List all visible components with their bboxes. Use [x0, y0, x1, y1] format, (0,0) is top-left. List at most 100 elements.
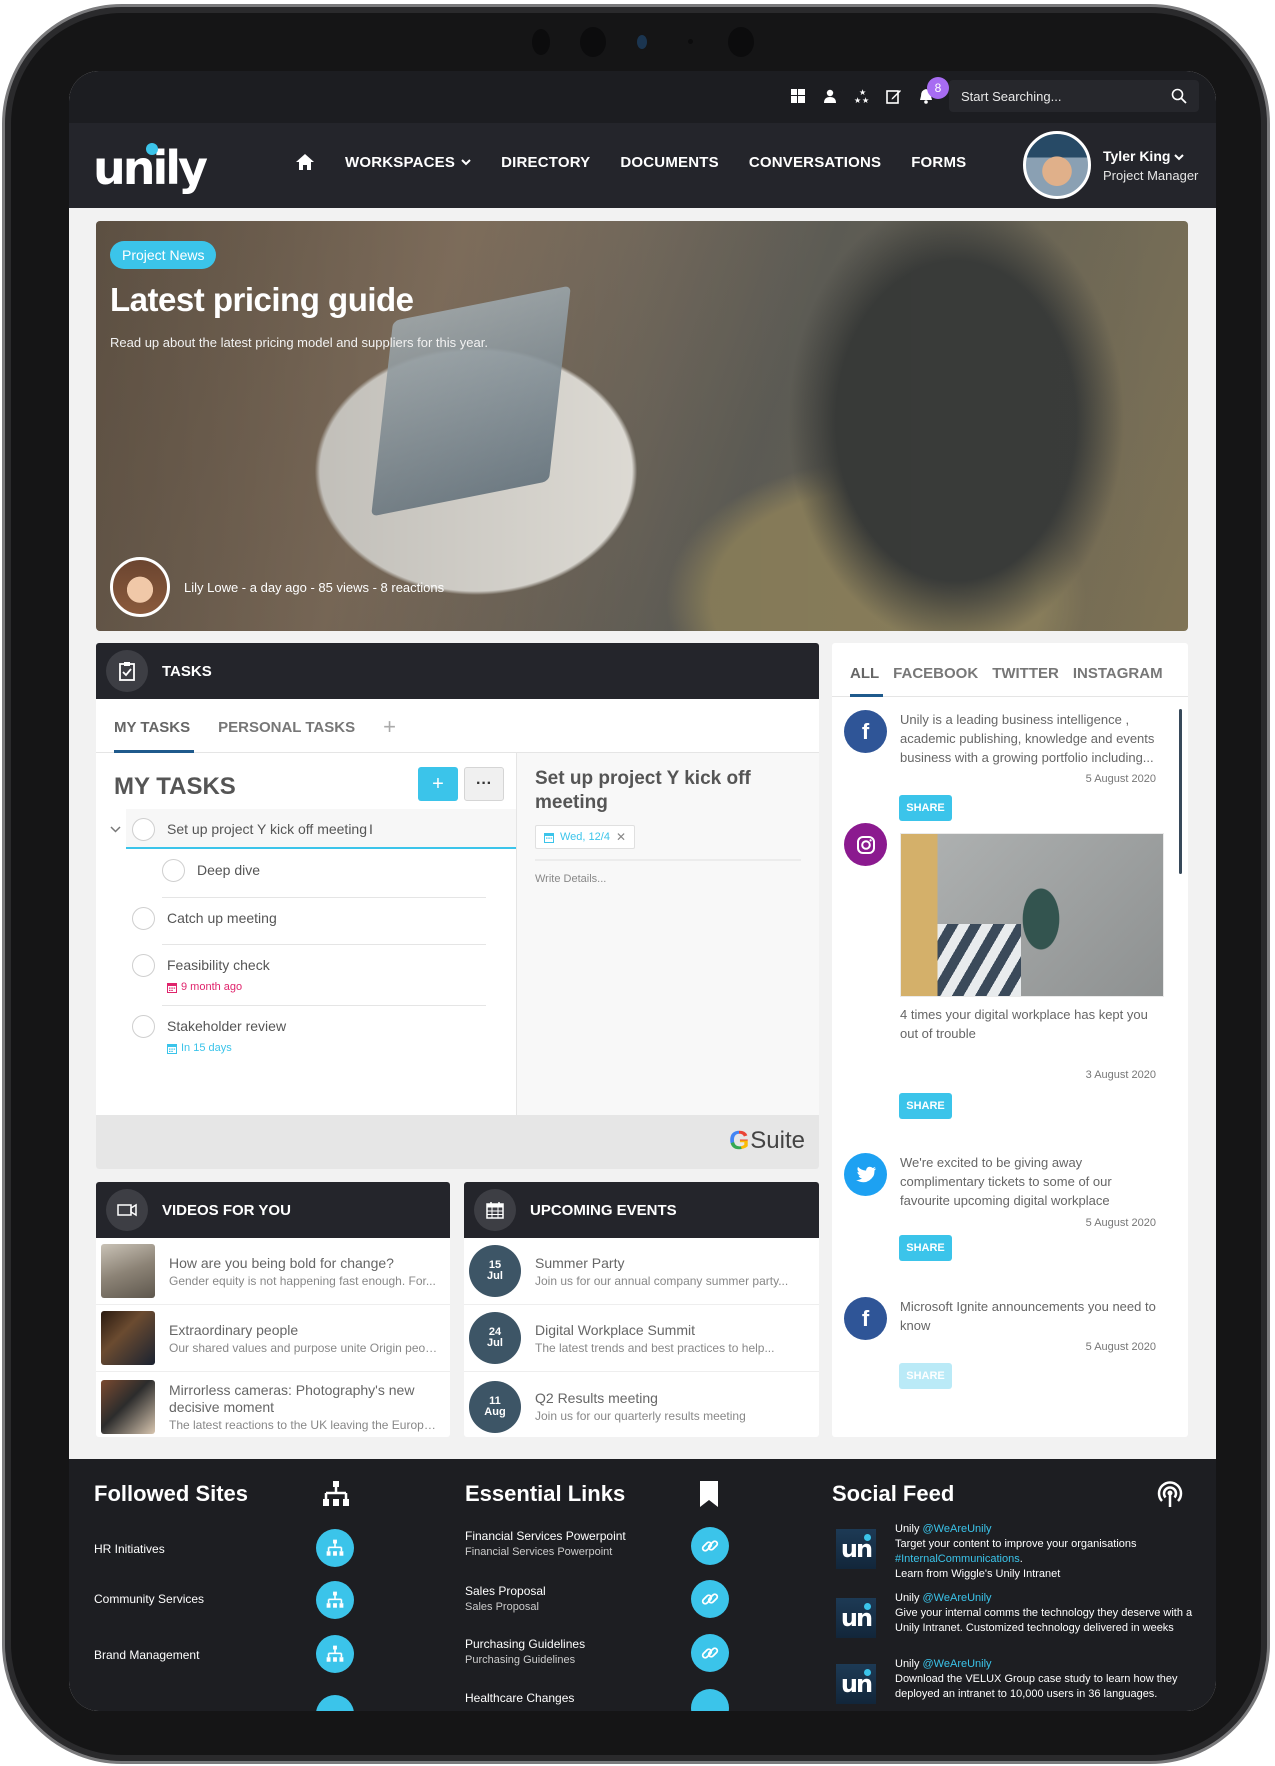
tab-facebook[interactable]: FACEBOOK: [893, 665, 978, 696]
essential-link[interactable]: Healthcare Changes: [465, 1691, 574, 1705]
essential-link[interactable]: Purchasing Guidelines Purchasing Guidelin…: [465, 1637, 585, 1666]
task-label[interactable]: Catch up meeting: [167, 907, 277, 930]
author-avatar[interactable]: [110, 557, 170, 617]
due-date-chip[interactable]: Wed, 12/4 ✕: [535, 825, 636, 849]
video-thumbnail[interactable]: [101, 1244, 155, 1298]
hero-title[interactable]: Latest pricing guide: [110, 281, 414, 319]
task-checkbox[interactable]: [132, 1015, 155, 1038]
sitemap-icon[interactable]: [316, 1635, 354, 1673]
link-icon[interactable]: [691, 1527, 729, 1565]
post-image[interactable]: [900, 833, 1164, 997]
social-feed-item[interactable]: Unily @WeAreUnily Download the VELUX Gro…: [895, 1657, 1195, 1702]
video-item[interactable]: Mirrorless cameras: Photography's new de…: [96, 1372, 450, 1437]
video-thumbnail[interactable]: [101, 1311, 155, 1365]
share-button[interactable]: SHARE: [899, 1235, 952, 1261]
task-label[interactable]: Set up project Y kick off meeting: [167, 818, 367, 841]
more-options-button[interactable]: ···: [464, 767, 504, 801]
task-checkbox[interactable]: [132, 954, 155, 977]
windows-icon[interactable]: [789, 87, 807, 105]
task-label[interactable]: Deep dive: [197, 859, 260, 882]
tab-instagram[interactable]: INSTAGRAM: [1073, 665, 1163, 696]
video-title[interactable]: How are you being bold for change?: [169, 1255, 439, 1272]
social-feed-item[interactable]: Unily @WeAreUnily Give your internal com…: [895, 1591, 1195, 1636]
post-text[interactable]: 4 times your digital workplace has kept …: [900, 1005, 1164, 1043]
link-title[interactable]: Purchasing Guidelines: [465, 1637, 585, 1651]
event-title[interactable]: Digital Workplace Summit: [535, 1322, 805, 1339]
search-input[interactable]: [961, 88, 1171, 104]
sf-handle[interactable]: @WeAreUnily: [923, 1658, 992, 1670]
video-title[interactable]: Extraordinary people: [169, 1322, 439, 1339]
event-item[interactable]: 11 Aug Q2 Results meeting Join us for our …: [464, 1372, 819, 1437]
link-title[interactable]: Healthcare Changes: [465, 1691, 574, 1705]
followed-site-link[interactable]: Community Services: [94, 1592, 204, 1606]
link-icon[interactable]: [691, 1580, 729, 1618]
chevron-down-icon[interactable]: [1174, 153, 1185, 161]
social-feed-item[interactable]: Unily @WeAreUnily Target your content to…: [895, 1522, 1195, 1582]
essential-link[interactable]: Sales Proposal Sales Proposal: [465, 1584, 546, 1613]
share-button[interactable]: SHARE: [899, 795, 952, 821]
nav-documents[interactable]: DOCUMENTS: [620, 154, 718, 171]
nav-workspaces[interactable]: WORKSPACES: [345, 154, 471, 171]
stars-icon[interactable]: ★ ★ ★: [853, 87, 871, 105]
event-title[interactable]: Summer Party: [535, 1255, 805, 1272]
video-thumbnail[interactable]: [101, 1379, 155, 1434]
task-item[interactable]: Stakeholder review In 15 days: [132, 1015, 286, 1054]
edit-icon[interactable]: [885, 87, 903, 105]
add-tab-button[interactable]: +: [383, 714, 396, 752]
nav-conversations[interactable]: CONVERSATIONS: [749, 154, 881, 171]
task-item[interactable]: Set up project Y kick off meeting I: [132, 818, 373, 841]
followed-site-link[interactable]: Brand Management: [94, 1648, 199, 1662]
sitemap-icon[interactable]: [316, 1529, 354, 1567]
task-checkbox[interactable]: [162, 859, 185, 882]
sitemap-icon[interactable]: [316, 1695, 354, 1711]
unily-logo[interactable]: unily: [93, 141, 208, 195]
add-task-button[interactable]: +: [418, 767, 458, 801]
user-icon[interactable]: [821, 87, 839, 105]
link-icon[interactable]: [691, 1634, 729, 1672]
task-checkbox[interactable]: [132, 818, 155, 841]
tab-my-tasks[interactable]: MY TASKS: [114, 719, 195, 753]
essential-link[interactable]: Financial Services Powerpoint Financial S…: [465, 1529, 626, 1558]
event-item[interactable]: 24 Jul Digital Workplace Summit The latest…: [464, 1305, 819, 1372]
task-checkbox[interactable]: [132, 907, 155, 930]
sf-handle[interactable]: @WeAreUnily: [923, 1592, 992, 1604]
tab-twitter[interactable]: TWITTER: [992, 665, 1059, 696]
search-box[interactable]: [949, 80, 1199, 112]
followed-site-link[interactable]: HR Initiatives: [94, 1542, 165, 1556]
home-link[interactable]: [295, 153, 315, 171]
link-title[interactable]: Financial Services Powerpoint: [465, 1529, 626, 1543]
share-button[interactable]: SHARE: [899, 1363, 952, 1389]
user-avatar[interactable]: [1023, 131, 1091, 199]
video-item[interactable]: Extraordinary people Our shared values an…: [96, 1305, 450, 1372]
video-item[interactable]: How are you being bold for change? Gender…: [96, 1238, 450, 1305]
user-menu[interactable]: Tyler King Project Manager: [1023, 131, 1198, 199]
post-text[interactable]: We're excited to be giving away complime…: [900, 1153, 1164, 1210]
nav-directory[interactable]: DIRECTORY: [501, 154, 590, 171]
close-icon[interactable]: ✕: [616, 830, 626, 844]
event-title[interactable]: Q2 Results meeting: [535, 1390, 805, 1407]
search-icon[interactable]: [1171, 88, 1187, 104]
task-details-input[interactable]: Write Details...: [535, 873, 606, 885]
task-item[interactable]: Feasibility check 9 month ago: [132, 954, 270, 993]
task-label[interactable]: Feasibility check: [167, 954, 270, 977]
bell-icon[interactable]: 8: [917, 77, 949, 105]
task-item[interactable]: Catch up meeting: [132, 907, 277, 930]
task-detail-title[interactable]: Set up project Y kick off meeting: [535, 767, 801, 815]
post-text[interactable]: Microsoft Ignite announcements you need …: [900, 1297, 1164, 1335]
tab-all[interactable]: ALL: [850, 665, 884, 697]
task-label[interactable]: Stakeholder review: [167, 1015, 286, 1038]
post-text[interactable]: Unily is a leading business intelligence…: [900, 710, 1164, 767]
share-button[interactable]: SHARE: [899, 1093, 952, 1119]
chevron-down-icon[interactable]: [110, 826, 121, 833]
nav-forms[interactable]: FORMS: [911, 154, 966, 171]
subtask-item[interactable]: Deep dive: [162, 859, 260, 882]
link-icon[interactable]: [691, 1689, 729, 1711]
hero-banner[interactable]: Project News Latest pricing guide Read u…: [96, 221, 1188, 631]
sitemap-icon[interactable]: [316, 1581, 354, 1619]
event-item[interactable]: 15 Jul Summer Party Join us for our annual…: [464, 1238, 819, 1305]
link-title[interactable]: Sales Proposal: [465, 1584, 546, 1598]
tab-personal-tasks[interactable]: PERSONAL TASKS: [218, 719, 355, 752]
sf-hashtag[interactable]: #InternalCommunications: [895, 1553, 1020, 1565]
video-title[interactable]: Mirrorless cameras: Photography's new de…: [169, 1382, 439, 1416]
hero-category-tag[interactable]: Project News: [110, 241, 217, 269]
